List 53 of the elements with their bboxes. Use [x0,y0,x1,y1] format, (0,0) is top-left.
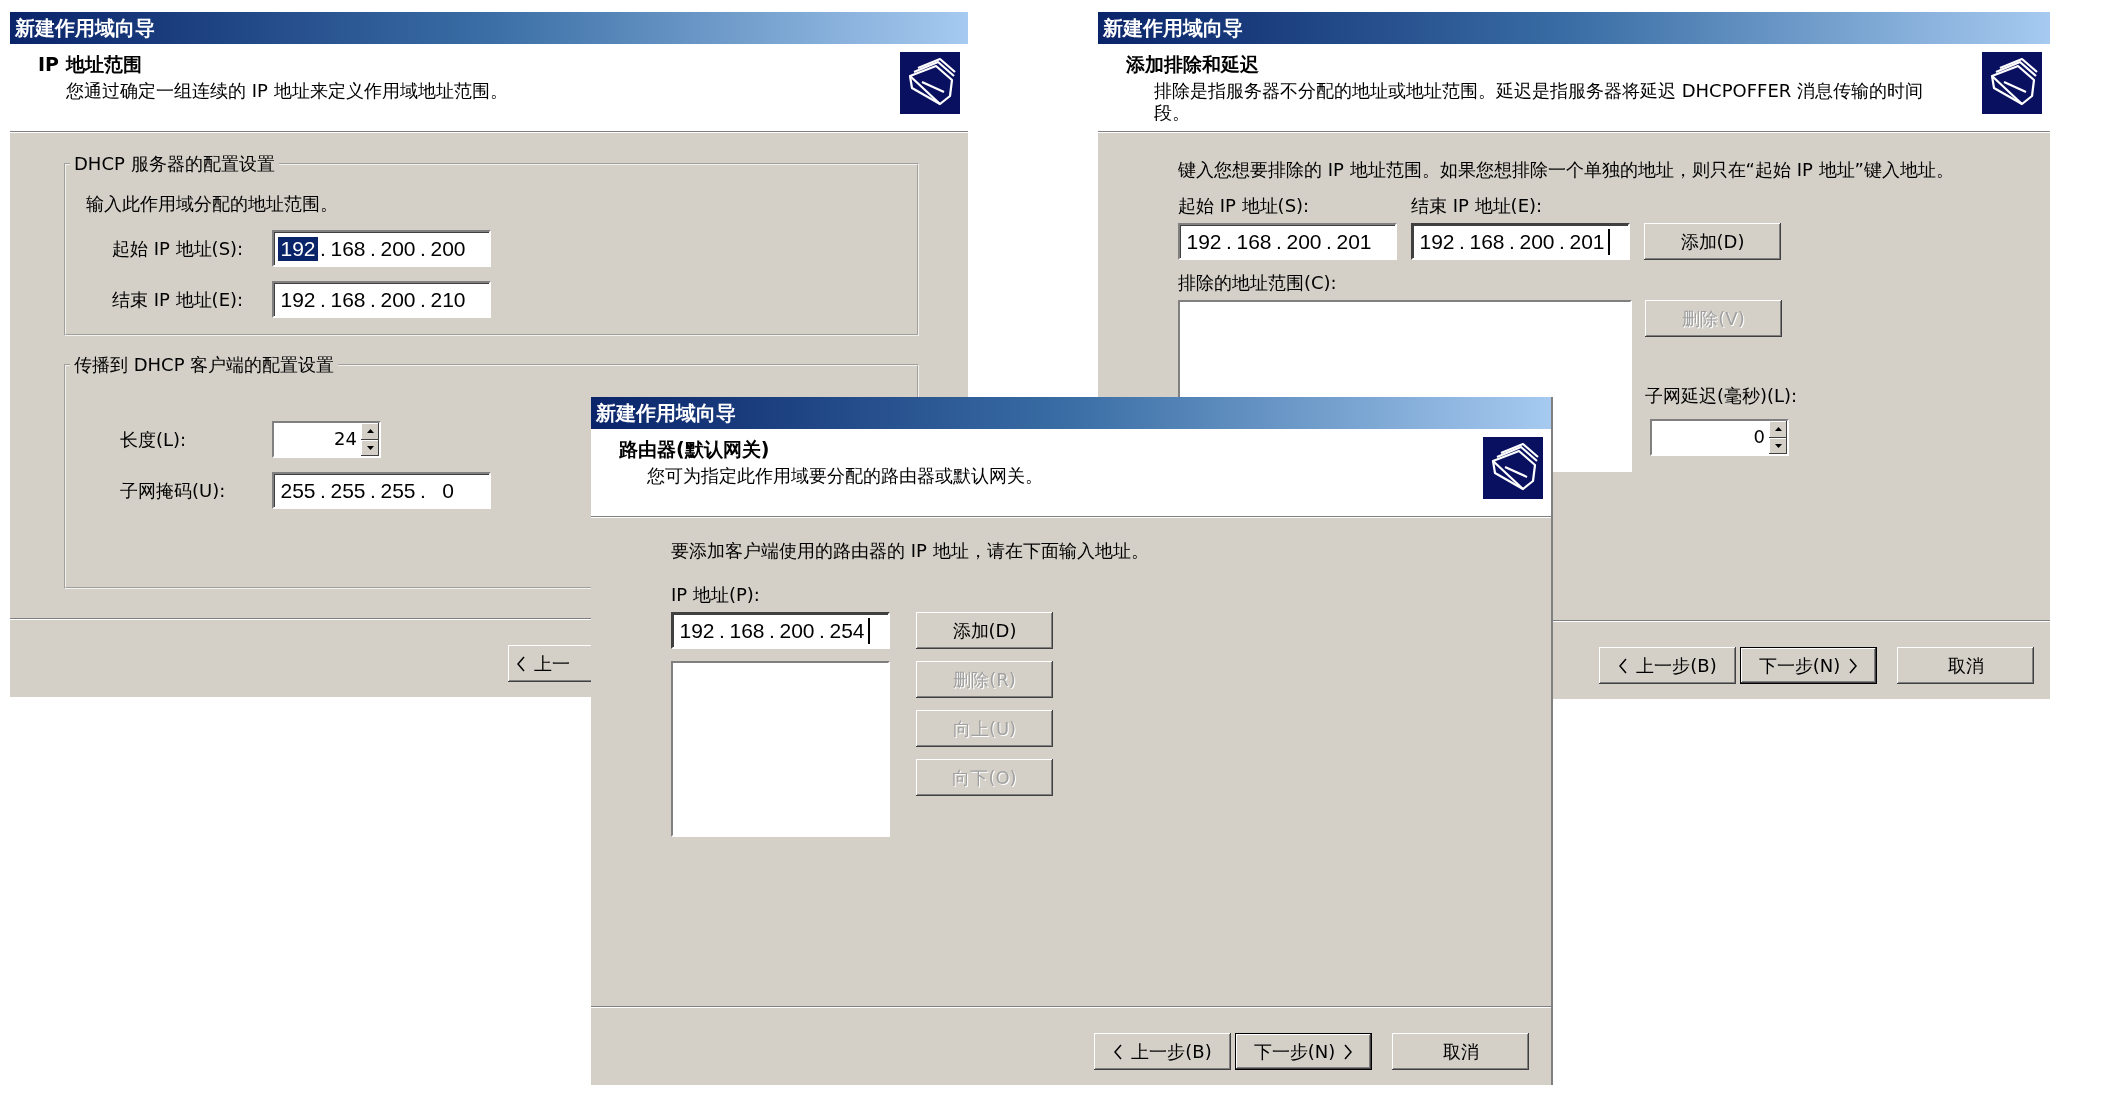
field-label: 子网延迟(毫秒)(L): [1645,385,1798,407]
back-button[interactable]: 上一步(B) [1599,647,1736,684]
spin-box[interactable]: 24 [272,421,381,458]
window-title: 新建作用域向导 [1103,14,1243,42]
next-button[interactable]: 下一步(N) [1740,647,1877,684]
field-label: 结束 IP 地址(E): [111,287,245,312]
field-label: 长度(L): [119,427,188,452]
field-label: 结束 IP 地址(E): [1411,195,1544,217]
down-arrow-icon [1774,443,1782,448]
down-arrow-icon [366,445,374,450]
ip-address-field[interactable]: 192 . 168 . 200 . 200 [272,230,491,267]
folders-icon [1982,52,2042,114]
chevron-left-icon [1113,1043,1124,1060]
chevron-left-icon [1618,657,1629,674]
next-button[interactable]: 下一步(N) [1235,1033,1372,1070]
folders-icon [900,52,960,114]
spin-up-button[interactable] [361,423,379,440]
field-label: 起始 IP 地址(S): [1178,195,1311,217]
cancel-button[interactable]: 取消 [1897,647,2034,684]
page-title: 路由器(默认网关) [619,437,771,462]
chevron-right-icon [1848,657,1859,674]
chevron-left-icon [516,655,526,672]
ip-address-field[interactable]: 192 . 168 . 200 . 210 [272,281,491,318]
field-label: 起始 IP 地址(S): [111,236,245,261]
field-label: IP 地址(P): [671,584,761,606]
group-legend: DHCP 服务器的配置设置 [70,152,279,176]
field-label: 排除的地址范围(C): [1178,272,1338,294]
group-legend: 传播到 DHCP 客户端的配置设置 [70,353,339,377]
ip-address-field[interactable]: 192 . 168 . 200 . 254 [671,612,890,649]
page-description: 排除是指服务器不分配的地址或地址范围。延迟是指服务器将延迟 DHCPOFFER 消息传输的时间段。 [1153,80,1924,124]
up-arrow-icon [1774,427,1782,432]
instruction-text: 要添加客户端使用的路由器的 IP 地址，请在下面输入地址。 [671,539,1150,562]
spin-box[interactable]: 0 [1650,419,1789,456]
page-title: IP 地址范围 [38,52,143,77]
instruction-text: 输入此作用域分配的地址范围。 [85,192,339,216]
field-label: 子网掩码(U): [119,478,227,503]
up-arrow-icon [366,429,374,434]
ip-address-field[interactable]: 255 . 255 . 255 . 0 [272,472,491,509]
cancel-button[interactable]: 取消 [1392,1033,1529,1070]
page-description: 您通过确定一组连续的 IP 地址来定义作用域地址范围。 [65,80,508,102]
spin-up-button[interactable] [1769,421,1787,438]
instruction-text: 键入您想要排除的 IP 地址范围。如果您想排除一个单独的地址，则只在“起始 IP 地址”键入地址。 [1178,158,1955,181]
push-button[interactable]: 添加(D) [916,612,1053,649]
window-title: 新建作用域向导 [15,14,155,42]
ip-address-field[interactable]: 192 . 168 . 200 . 201 [1411,223,1630,260]
page-title: 添加排除和延迟 [1126,52,1260,77]
chevron-right-icon [1343,1043,1354,1060]
push-button[interactable]: 添加(D) [1644,223,1781,260]
folders-icon [1483,437,1543,499]
page-description: 您可为指定此作用域要分配的路由器或默认网关。 [646,465,1043,487]
ip-address-field[interactable]: 192 . 168 . 200 . 201 [1178,223,1397,260]
window-title: 新建作用域向导 [596,399,736,427]
back-button[interactable]: 上一步(B) [1094,1033,1231,1070]
